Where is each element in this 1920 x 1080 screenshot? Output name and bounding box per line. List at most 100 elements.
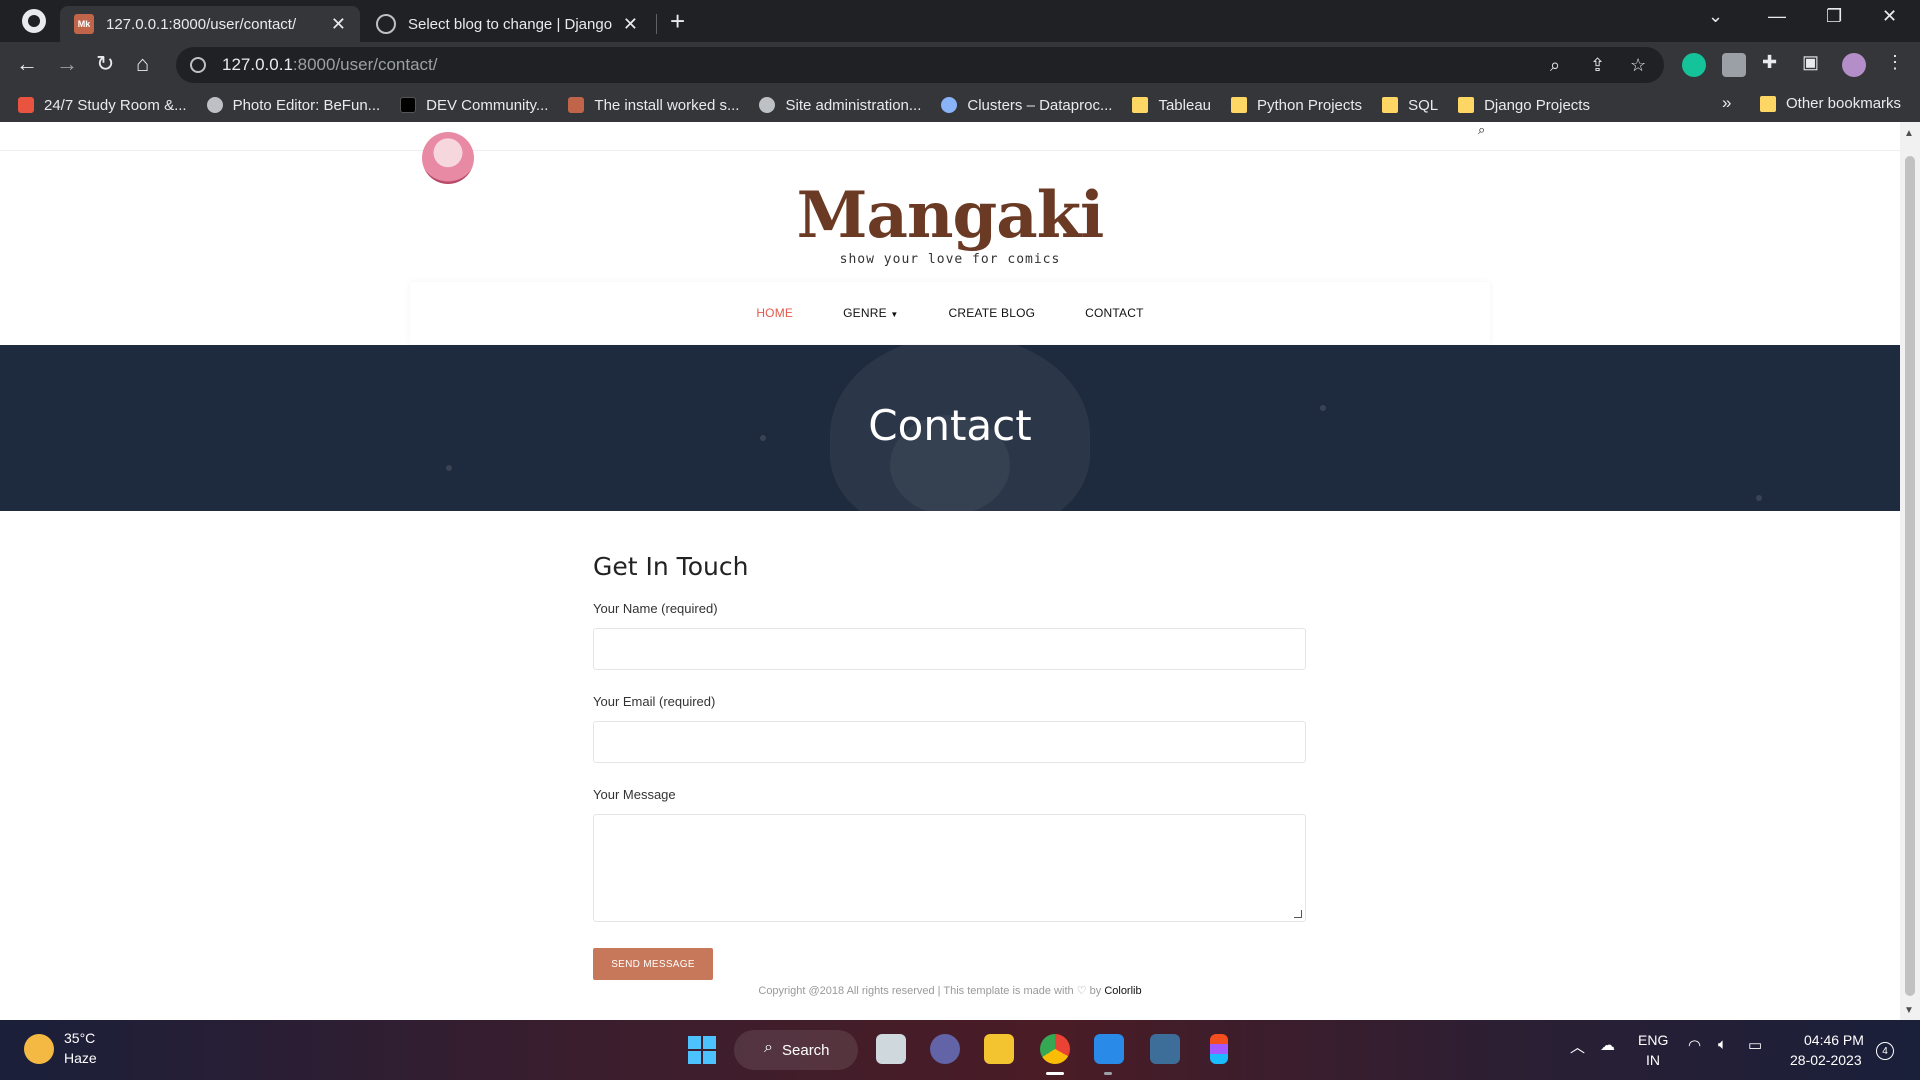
clock-time[interactable]: 04:46 PM (1804, 1032, 1864, 1048)
other-bookmarks-folder[interactable]: Other bookmarks (1760, 95, 1901, 112)
bookmark-item[interactable]: The install worked s... (568, 97, 739, 114)
grammarly-extension-icon[interactable] (1682, 53, 1706, 77)
scroll-thumb[interactable] (1905, 156, 1915, 996)
file-explorer-icon[interactable] (984, 1034, 1014, 1064)
footer-copyright: Copyright @2018 All rights reserved | Th… (758, 985, 1074, 997)
page-scrollbar[interactable]: ▲ ▼ (1900, 122, 1920, 1020)
app-running-indicator (1104, 1072, 1112, 1075)
site-footer: Copyright @2018 All rights reserved | Th… (0, 984, 1900, 997)
teams-chat-icon[interactable] (930, 1034, 960, 1064)
back-arrow-icon[interactable]: ← (16, 51, 38, 77)
tab-search-icon[interactable]: ⌄ (1708, 6, 1723, 27)
bookmark-item[interactable]: DEV Community... (400, 97, 548, 114)
header-divider (0, 150, 1900, 151)
menu-kebab-icon[interactable]: ⋮ (1886, 52, 1904, 73)
zoom-icon[interactable]: ⌕ (1550, 55, 1560, 76)
volume-icon[interactable]: 🔈︎ (1718, 1036, 1727, 1053)
weather-haze-icon[interactable] (24, 1034, 54, 1064)
resize-handle-icon[interactable] (1294, 910, 1302, 918)
chrome-icon[interactable] (1040, 1034, 1070, 1064)
wifi-icon[interactable]: ◠ (1688, 1036, 1701, 1054)
close-tab-icon[interactable]: ✕ (623, 14, 638, 35)
forward-arrow-icon[interactable]: → (56, 51, 78, 77)
figma-icon[interactable] (1210, 1034, 1228, 1064)
taskbar-search[interactable]: ⌕ Search (734, 1030, 858, 1070)
notification-badge[interactable]: 4 (1876, 1042, 1894, 1060)
bookmark-item[interactable]: 24/7 Study Room &... (18, 97, 187, 114)
reload-icon[interactable]: ↻ (96, 51, 114, 77)
weather-description[interactable]: Haze (64, 1050, 97, 1066)
github-icon[interactable] (22, 9, 46, 33)
nav-create-blog[interactable]: CREATE BLOG (948, 306, 1035, 320)
nav-home[interactable]: HOME (756, 306, 793, 320)
input-region[interactable]: IN (1646, 1052, 1660, 1068)
profile-avatar[interactable] (1842, 53, 1866, 77)
show-hidden-icons-chevron-icon[interactable]: ︿ (1570, 1036, 1585, 1057)
footer-by: by (1089, 985, 1102, 997)
site-tagline: show your love for comics (839, 252, 1061, 267)
more-bookmarks-button[interactable]: » (1722, 93, 1731, 113)
extensions-puzzle-icon[interactable]: ✚ (1762, 52, 1777, 73)
site-logo[interactable]: Mangaki (0, 178, 1900, 253)
message-label: Your Message (593, 787, 676, 802)
home-icon[interactable]: ⌂ (136, 51, 149, 77)
onedrive-cloud-icon[interactable]: ☁ (1600, 1036, 1615, 1054)
tab-django-admin[interactable]: Select blog to change | Django si ✕ (362, 6, 652, 42)
clock-date[interactable]: 28-02-2023 (1790, 1052, 1862, 1068)
task-view-icon[interactable] (876, 1034, 906, 1064)
bookmark-label: Site administration... (785, 96, 922, 114)
search-icon[interactable]: ⌕ (1478, 122, 1485, 138)
scroll-down-arrow-icon[interactable]: ▼ (1904, 1005, 1914, 1016)
vscode-icon[interactable] (1094, 1034, 1124, 1064)
user-avatar[interactable] (422, 132, 474, 184)
email-field[interactable] (593, 721, 1306, 763)
bookmark-item[interactable]: Clusters – Dataproc... (941, 97, 1112, 114)
folder-icon (1458, 97, 1475, 113)
folder-icon (1231, 97, 1247, 113)
search-icon: ⌕ (764, 1039, 773, 1056)
bookmark-label: Tableau (1158, 96, 1211, 114)
side-panel-icon[interactable]: ▣ (1802, 52, 1819, 73)
close-window-button[interactable]: ✕ (1882, 6, 1897, 27)
start-button[interactable] (688, 1036, 716, 1064)
share-icon[interactable]: ⇪ (1590, 55, 1605, 76)
message-textarea[interactable] (593, 814, 1306, 922)
bookmark-item[interactable]: Photo Editor: BeFun... (206, 97, 380, 114)
colorlib-link[interactable]: Colorlib (1104, 985, 1141, 997)
name-field[interactable] (593, 628, 1306, 670)
globe-icon (759, 97, 776, 113)
send-message-button[interactable]: SEND MESSAGE (593, 948, 713, 980)
weather-temperature[interactable]: 35°C (64, 1030, 95, 1046)
mk-favicon-icon: Mk (74, 14, 94, 34)
bookmark-folder[interactable]: Tableau (1132, 97, 1211, 114)
input-language[interactable]: ENG (1638, 1032, 1668, 1048)
tab-contact[interactable]: Mk 127.0.0.1:8000/user/contact/ ✕ (60, 6, 360, 42)
site-info-icon[interactable] (190, 57, 206, 73)
nav-contact[interactable]: CONTACT (1085, 306, 1144, 320)
bookmark-label: DEV Community... (426, 96, 549, 114)
bookmark-favicon-icon (206, 97, 223, 113)
bookmark-folder[interactable]: Django Projects (1458, 97, 1590, 114)
minimize-button[interactable]: — (1768, 6, 1786, 27)
address-bar[interactable]: 127.0.0.1:8000/user/contact/ ⌕ ⇪ ☆ (176, 47, 1664, 83)
restore-button[interactable]: ❐ (1826, 6, 1842, 27)
extension-icon[interactable] (1722, 53, 1746, 77)
bookmarks-bar: 24/7 Study Room &... Photo Editor: BeFun… (0, 88, 1920, 122)
close-tab-icon[interactable]: ✕ (331, 14, 346, 35)
bookmark-item[interactable]: Site administration... (759, 97, 921, 114)
taskbar-search-label: Search (782, 1041, 830, 1059)
bookmark-folder[interactable]: Python Projects (1231, 97, 1362, 114)
mysql-workbench-icon[interactable] (1150, 1034, 1180, 1064)
taskbar: 35°C Haze ⌕ Search ︿ ☁ ENG IN ◠ 🔈︎ ▭ 04:… (0, 1020, 1920, 1080)
scroll-up-arrow-icon[interactable]: ▲ (1904, 128, 1914, 139)
battery-icon[interactable]: ▭ (1748, 1036, 1762, 1054)
page-banner: Contact (0, 345, 1900, 511)
page-title: Contact (868, 401, 1032, 450)
bookmark-folder[interactable]: SQL (1382, 97, 1438, 114)
folder-icon (1760, 95, 1776, 112)
tab-divider (656, 14, 657, 34)
active-app-indicator (1046, 1072, 1064, 1075)
nav-genre[interactable]: GENRE ▼ (843, 306, 898, 320)
bookmark-star-icon[interactable]: ☆ (1630, 55, 1646, 76)
new-tab-button[interactable]: + (670, 6, 685, 37)
